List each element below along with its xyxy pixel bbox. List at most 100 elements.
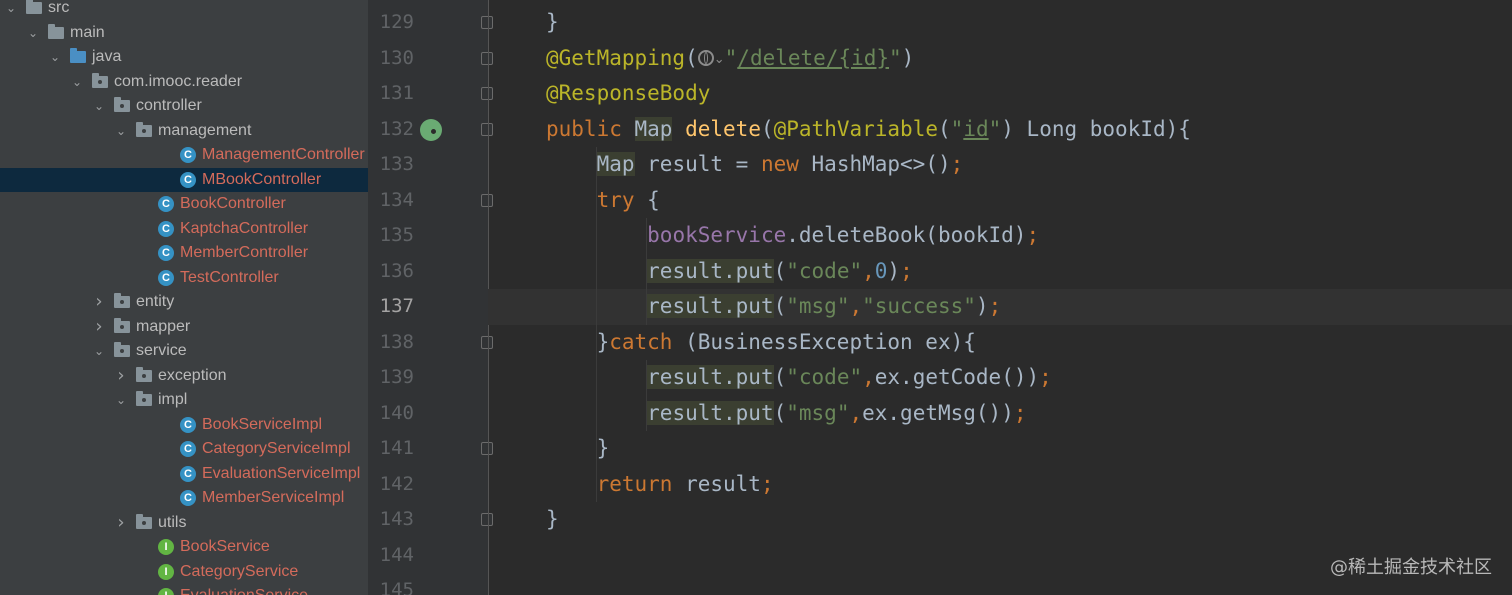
chevron-down-icon[interactable]: ⌄ [92,97,106,115]
code-token: public [546,116,635,141]
fold-marker-icon[interactable] [481,513,493,526]
chevron-right-icon[interactable]: › [114,366,128,385]
tree-item-bookserviceimpl[interactable]: C BookServiceImpl [0,413,368,437]
line-number: 140 [379,401,414,424]
tree-item-impl[interactable]: ⌄ impl [0,388,368,412]
fold-marker-icon[interactable] [481,51,493,65]
tree-item-controller[interactable]: ⌄ controller [0,94,368,118]
tree-item-categoryservice[interactable]: I CategoryService [0,560,368,584]
code-token: , [862,365,875,389]
tree-item-mbookcontroller[interactable]: C MBookController [0,167,368,192]
fold-marker-icon[interactable] [481,335,493,349]
code-token: result.put [647,400,774,425]
tree-item-utils[interactable]: › utils [0,511,368,535]
code-token: } [546,507,559,531]
chevron-right-icon[interactable]: › [92,293,106,311]
spring-bean-icon[interactable] [420,118,442,141]
code-line: } [546,502,559,538]
code-token: } [546,10,559,34]
package-icon [114,342,130,357]
tree-item-membercontroller[interactable]: C MemberController [0,241,368,265]
tree-item-label: EvaluationService [180,584,308,595]
code-token: /delete/{id} [737,45,890,70]
tree-item-label: mapper [136,317,191,335]
chevron-down-icon[interactable]: ⌄ [114,122,128,140]
line-number: 139 [379,366,414,388]
line-number: 133 [379,153,414,175]
tree-item-mapper[interactable]: › mapper [0,315,368,339]
tree-item-exception[interactable]: › exception [0,364,368,388]
tree-item-bookservice[interactable]: I BookService [0,535,368,559]
package-icon [136,121,152,137]
tree-item-label: ManagementController [202,146,365,163]
tree-item-label: src [48,0,70,16]
tree-item-com-imooc-reader[interactable]: ⌄ com.imooc.reader [0,70,368,94]
chevron-down-icon[interactable]: ⌄ [48,48,62,66]
code-line: result.put("msg",ex.getMsg()); [546,396,1027,432]
tree-item-evaluationservice[interactable]: I EvaluationService [0,584,368,595]
tree-item-label: exception [158,366,227,384]
tree-item-testcontroller[interactable]: C TestController [0,266,368,290]
code-token: } [596,329,610,354]
tree-item-bookcontroller[interactable]: C BookController [0,192,368,216]
fold-marker-icon[interactable] [481,193,493,207]
fold-marker-icon[interactable] [481,87,493,100]
chevron-down-icon[interactable]: ⌄ [92,342,106,360]
code-token: new [760,152,812,176]
tree-item-main[interactable]: ⌄ main [0,21,368,45]
chevron-right-icon[interactable]: › [114,513,128,532]
tree-item-label: impl [158,391,188,408]
code-line: bookService.deleteBook(bookId); [546,218,1039,254]
code-token: " [724,45,738,70]
tree-item-memberserviceimpl[interactable]: C MemberServiceImpl [0,486,368,510]
chevron-right-icon[interactable]: › [92,317,106,336]
line-number: 142 [379,472,414,495]
code-token: result.put [647,258,774,283]
chevron-down-icon[interactable]: ⌄ [714,52,725,67]
code-token: Map [596,152,635,176]
fold-marker-icon[interactable] [481,442,493,455]
tree-item-src[interactable]: ⌄ src [0,0,368,20]
tree-item-categoryserviceimpl[interactable]: C CategoryServiceImpl [0,437,368,461]
code-token: ( [773,294,787,318]
gutter-line: 129 [368,5,493,41]
chevron-down-icon[interactable]: ⌄ [114,391,128,409]
tree-item-label: com.imooc.reader [114,72,243,90]
code-token: ; [1039,365,1052,389]
tree-item-java[interactable]: ⌄ java [0,45,368,69]
code-token: "code" [786,365,863,389]
tree-item-management[interactable]: ⌄ management [0,119,368,143]
code-token: @ResponseBody [546,81,711,105]
tree-item-label: TestController [180,268,279,286]
code-token: @GetMapping [546,45,686,70]
code-line: result.put("code",ex.getCode()); [546,360,1052,396]
code-token: return [596,471,686,496]
tree-item-label: utils [158,513,187,531]
chevron-down-icon[interactable]: ⌄ [4,0,18,17]
line-number: 134 [379,188,414,211]
fold-marker-icon[interactable] [481,122,493,136]
globe-icon[interactable] [697,49,714,66]
tree-item-evaluationserviceimpl[interactable]: C EvaluationServiceImpl [0,462,368,486]
tree-item-entity[interactable]: › entity [0,290,368,314]
code-line: } [546,431,610,467]
chevron-down-icon[interactable]: ⌄ [26,24,40,42]
gutter-line: 138 [368,325,493,361]
tree-item-kaptchacontroller[interactable]: C KaptchaController [0,217,368,241]
fold-marker-icon[interactable] [481,16,493,29]
class-icon: C [180,416,196,433]
class-icon: C [158,245,174,261]
tree-item-label: entity [136,293,175,310]
line-number: 129 [379,11,414,33]
gutter-line: 136 [368,254,488,290]
tree-item-label: BookService [180,538,270,555]
code-editor[interactable]: 129 130 131 132 133 134 135 136 137 138 139 140 141 1… [368,0,1512,595]
tree-item-service[interactable]: ⌄ service [0,339,368,363]
gutter-line: 135 [368,218,488,254]
tree-item-managementcontroller[interactable]: C ManagementController [0,143,368,167]
tree-item-label: java [92,48,122,65]
chevron-down-icon[interactable]: ⌄ [70,73,84,91]
